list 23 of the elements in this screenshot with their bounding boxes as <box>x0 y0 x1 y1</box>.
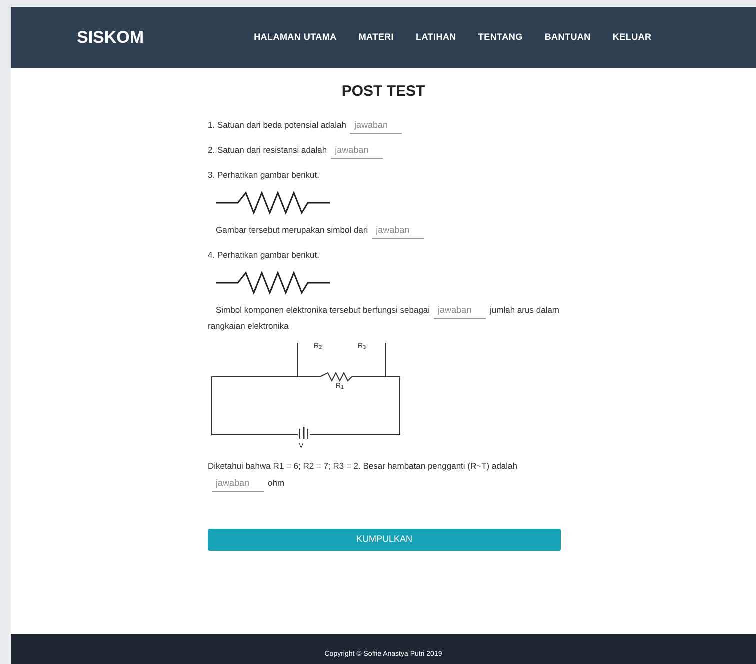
resistor-symbol-icon <box>216 270 330 294</box>
nav-link[interactable]: MATERI <box>358 30 394 44</box>
question-text: 2. Satuan dari resistansi adalah jawaban <box>208 142 562 158</box>
question-text: 1. Satuan dari beda potensial adalah jawaban <box>208 118 562 134</box>
nav-link[interactable]: BANTUAN <box>544 30 591 44</box>
nav-link[interactable]: LATIHAN <box>416 30 456 44</box>
answer-field[interactable]: jawaban <box>372 222 424 238</box>
answer-field[interactable]: jawaban <box>350 118 402 134</box>
question-text: 4. Perhatikan gambar berikut. <box>208 248 321 262</box>
resistor-symbol-icon <box>216 190 330 214</box>
question-text: jawaban ohm <box>208 476 562 492</box>
brand-logo[interactable]: SISKOM <box>77 24 144 50</box>
question-text: 3. Perhatikan gambar berikut. <box>208 168 321 182</box>
question-text: Diketahui bahwa R1 = 6; R2 = 7; R3 = 2. Besar hambatan pengganti (R~T) adalah <box>208 460 518 473</box>
question-text: Gambar tersebut merupakan simbol dari jawaban <box>208 222 562 238</box>
answer-field[interactable]: jawaban <box>331 142 384 158</box>
page-title: POST TEST <box>340 82 426 102</box>
answer-field[interactable]: jawaban <box>212 476 264 492</box>
nav-link[interactable]: KELUAR <box>612 30 652 44</box>
question-text: Simbol komponen elektronika tersebut berfungsi sebagai jawaban jumlah arus dalam rangkaian elektronika <box>208 302 562 334</box>
nav-link[interactable]: HALAMAN UTAMA <box>254 30 337 44</box>
nav-link[interactable]: TENTANG <box>478 30 523 44</box>
answer-field[interactable]: jawaban <box>434 302 486 318</box>
